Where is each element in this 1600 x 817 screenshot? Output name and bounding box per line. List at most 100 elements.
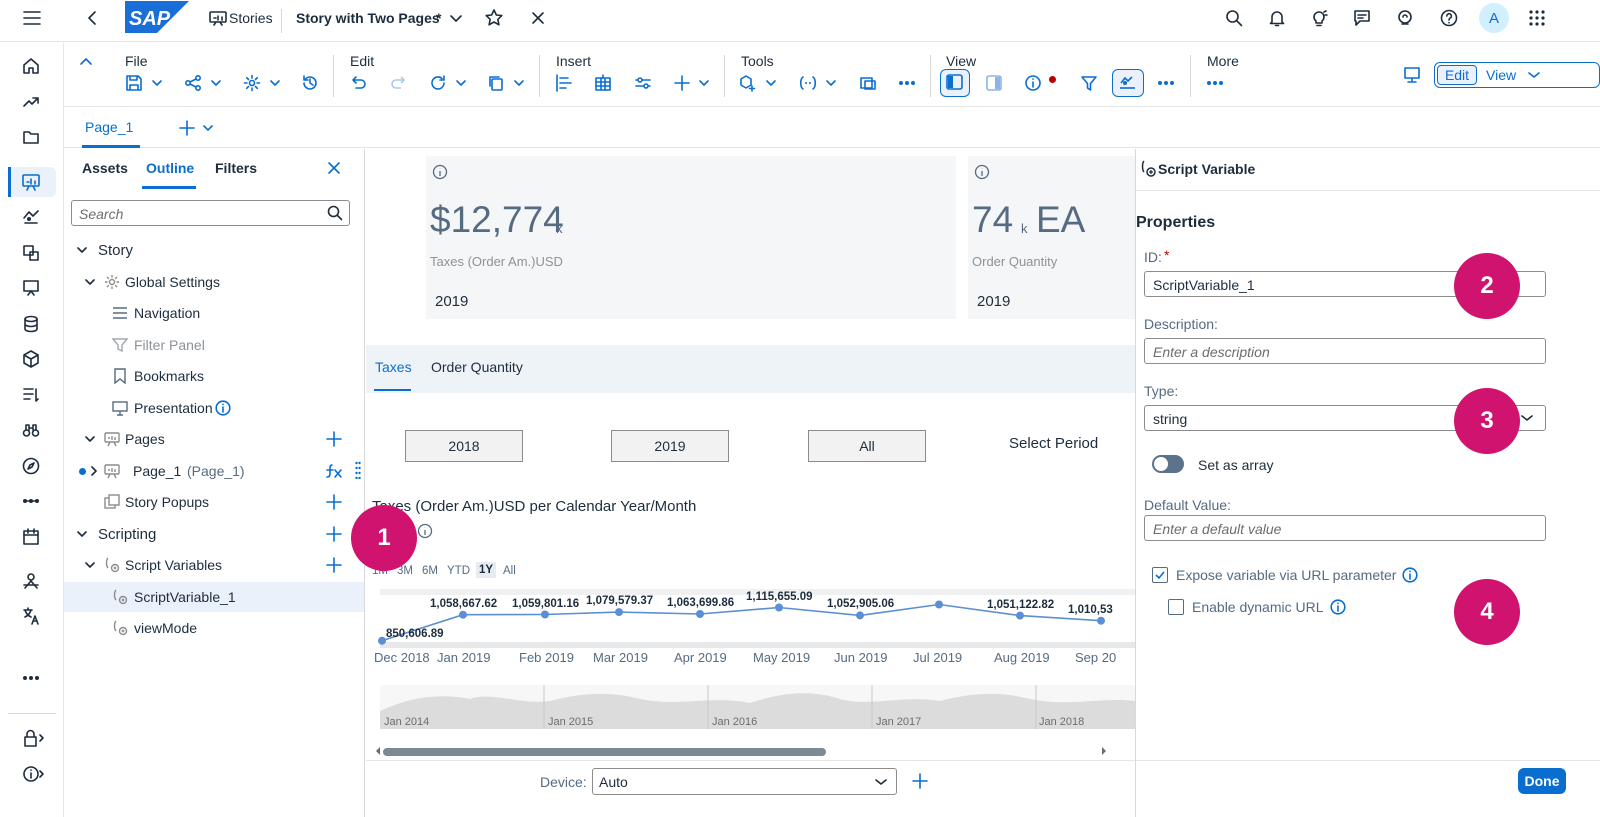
chevron-down-icon[interactable] bbox=[692, 71, 716, 95]
data-point[interactable] bbox=[1097, 616, 1105, 625]
default-value-field[interactable]: Enter a default value bbox=[1144, 515, 1546, 541]
close-icon[interactable] bbox=[526, 6, 550, 30]
data-point[interactable] bbox=[1016, 611, 1024, 620]
data-point[interactable] bbox=[615, 608, 623, 617]
support-icon[interactable] bbox=[1393, 6, 1417, 30]
breadcrumb-stories[interactable]: Stories bbox=[229, 10, 273, 26]
right-panel-icon[interactable] bbox=[982, 71, 1006, 95]
lightbulb-icon[interactable] bbox=[1307, 6, 1331, 30]
info-icon[interactable] bbox=[970, 160, 994, 184]
more-icon[interactable] bbox=[1203, 71, 1227, 95]
edit-mode-button[interactable]: Edit bbox=[1437, 65, 1477, 85]
chevron-down-icon[interactable] bbox=[78, 427, 102, 451]
left-panel-toggle[interactable] bbox=[940, 69, 970, 97]
avatar[interactable]: A bbox=[1479, 3, 1509, 33]
chevron-down-icon[interactable] bbox=[449, 71, 473, 95]
info-icon[interactable] bbox=[1398, 563, 1422, 587]
tab-assets[interactable]: Assets bbox=[82, 160, 128, 176]
done-button[interactable]: Done bbox=[1518, 768, 1566, 794]
add-page-icon[interactable] bbox=[322, 427, 346, 451]
search-icon[interactable] bbox=[323, 201, 347, 225]
view-mode-button[interactable]: View bbox=[1486, 67, 1516, 83]
tree-item-bookmarks[interactable]: Bookmarks bbox=[64, 361, 364, 391]
tree-item-page-1[interactable]: Page_1 (Page_1) bbox=[64, 456, 364, 486]
chevron-down-icon[interactable] bbox=[70, 522, 94, 546]
tree-item-global-settings[interactable]: Global Settings bbox=[64, 267, 364, 297]
popup-icon[interactable] bbox=[856, 71, 880, 95]
insert-chart-icon[interactable] bbox=[552, 71, 576, 95]
chevron-down-icon[interactable] bbox=[263, 71, 287, 95]
set-as-array-toggle[interactable] bbox=[1152, 455, 1184, 473]
device-select[interactable]: Auto bbox=[592, 768, 897, 795]
lock-icon[interactable] bbox=[22, 726, 46, 750]
tree-item-viewmode[interactable]: viewMode bbox=[64, 613, 364, 643]
resize-handle[interactable] bbox=[355, 461, 361, 479]
tree-item-presentation[interactable]: Presentation bbox=[64, 393, 364, 423]
tree-item-script-variables[interactable]: Script Variables bbox=[64, 550, 364, 580]
data-point[interactable] bbox=[378, 636, 386, 645]
period-button-2018[interactable]: 2018 bbox=[405, 430, 523, 462]
expose-url-checkbox[interactable] bbox=[1152, 567, 1168, 583]
folder-icon[interactable] bbox=[19, 125, 43, 149]
undo-icon[interactable] bbox=[347, 71, 371, 95]
feedback-icon[interactable] bbox=[1350, 6, 1374, 30]
chevron-down-icon[interactable] bbox=[444, 7, 468, 31]
scripting-panel-toggle[interactable] bbox=[1112, 69, 1144, 97]
bell-icon[interactable] bbox=[1265, 6, 1289, 30]
data-point[interactable] bbox=[541, 610, 549, 619]
insert-table-icon[interactable] bbox=[591, 71, 615, 95]
description-field[interactable]: Enter a description bbox=[1144, 338, 1546, 364]
search-input[interactable]: Search bbox=[71, 200, 350, 226]
chevron-down-icon[interactable] bbox=[78, 270, 102, 294]
tab-order-quantity[interactable]: Order Quantity bbox=[431, 359, 523, 375]
app-grid-icon[interactable] bbox=[1525, 6, 1549, 30]
range-navigator[interactable] bbox=[380, 685, 1135, 729]
input-control-icon[interactable] bbox=[631, 71, 655, 95]
tree-item-story[interactable]: Story bbox=[64, 235, 364, 265]
add-script-variable-icon[interactable] bbox=[322, 553, 346, 577]
copy-icon[interactable] bbox=[484, 71, 508, 95]
chevron-down-icon[interactable] bbox=[819, 71, 843, 95]
add-popup-icon[interactable] bbox=[322, 490, 346, 514]
help-icon[interactable] bbox=[1437, 6, 1461, 30]
tab-taxes[interactable]: Taxes bbox=[375, 359, 412, 375]
save-icon[interactable] bbox=[122, 71, 146, 95]
chevron-down-icon[interactable] bbox=[145, 71, 169, 95]
trend-icon[interactable] bbox=[19, 89, 43, 113]
calendar-icon[interactable] bbox=[19, 525, 43, 549]
close-panel-icon[interactable] bbox=[322, 156, 346, 180]
horizontal-scrollbar-thumb[interactable] bbox=[383, 748, 826, 756]
data-point[interactable] bbox=[459, 610, 467, 619]
chevron-down-icon[interactable] bbox=[1522, 63, 1546, 87]
refresh-icon[interactable] bbox=[426, 71, 450, 95]
time-filter-6m[interactable]: 6M bbox=[422, 565, 438, 577]
script-fx-icon[interactable] bbox=[322, 459, 346, 483]
cube-icon[interactable] bbox=[19, 347, 43, 371]
device-preview-icon[interactable] bbox=[1400, 63, 1424, 87]
chevron-down-icon[interactable] bbox=[759, 71, 783, 95]
period-button-all[interactable]: All bbox=[808, 430, 926, 462]
time-filter-1y[interactable]: 1Y bbox=[476, 562, 497, 578]
more-view-icon[interactable] bbox=[1154, 71, 1178, 95]
user-network-icon[interactable] bbox=[19, 569, 43, 593]
period-button-2019[interactable]: 2019 bbox=[611, 430, 729, 462]
models-icon[interactable] bbox=[19, 241, 43, 265]
home-icon[interactable] bbox=[19, 54, 43, 78]
search-icon[interactable] bbox=[1222, 6, 1246, 30]
tab-filters[interactable]: Filters bbox=[215, 160, 257, 176]
chevron-down-icon[interactable] bbox=[507, 71, 531, 95]
tab-outline[interactable]: Outline bbox=[146, 160, 194, 176]
tree-item-navigation[interactable]: Navigation bbox=[64, 298, 364, 328]
tree-item-pages[interactable]: Pages bbox=[64, 424, 364, 454]
data-point[interactable] bbox=[856, 611, 864, 620]
connections-icon[interactable] bbox=[19, 489, 43, 513]
sap-logo[interactable]: SAP bbox=[125, 1, 189, 33]
compass-icon[interactable] bbox=[19, 454, 43, 478]
variable-icon[interactable] bbox=[796, 71, 820, 95]
data-point[interactable] bbox=[696, 610, 704, 618]
translate-icon[interactable] bbox=[19, 604, 43, 628]
time-filter-ytd[interactable]: YTD bbox=[447, 565, 470, 577]
tree-item-scripting[interactable]: Scripting bbox=[64, 519, 364, 549]
filter-icon[interactable] bbox=[1077, 71, 1101, 95]
tree-item-filter-panel[interactable]: Filter Panel bbox=[64, 330, 364, 360]
